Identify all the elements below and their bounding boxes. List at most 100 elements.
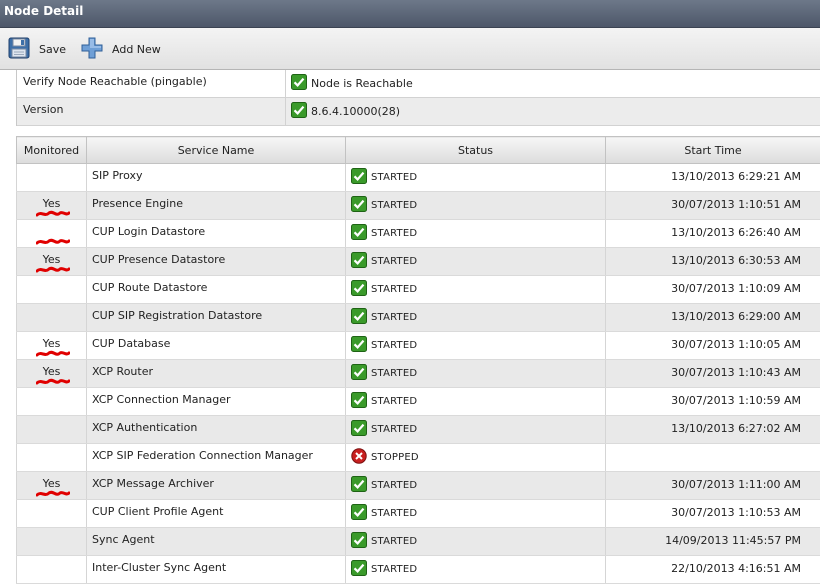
monitored-value xyxy=(17,416,86,421)
status-text: STARTED xyxy=(371,424,418,435)
save-label: Save xyxy=(39,42,67,56)
column-header-monitored[interactable]: Monitored xyxy=(16,136,87,164)
cell-status: STARTED xyxy=(345,387,606,416)
info-label: Verify Node Reachable (pingable) xyxy=(23,75,207,88)
add-new-button[interactable]: Add New xyxy=(81,37,161,61)
monitored-value xyxy=(17,556,86,561)
red-x-icon xyxy=(351,448,367,467)
cell-start-time: 30/07/2013 1:10:51 AM xyxy=(605,191,820,220)
table-row[interactable]: Yes XCP Router STARTED 30/07/2013 1:10:43 A… xyxy=(16,359,820,388)
table-row[interactable]: XCP Authentication STARTED 13/10/2013 6:27… xyxy=(16,415,820,444)
cell-status: STARTED xyxy=(345,415,606,444)
status-text: STARTED xyxy=(371,228,418,239)
cell-service-name: XCP Authentication xyxy=(86,415,346,444)
table-row[interactable]: CUP Login Datastore STARTED 13/10/2013 6:2… xyxy=(16,219,820,248)
plus-icon xyxy=(81,37,103,62)
cell-monitored xyxy=(16,415,87,444)
table-header-row: Monitored Service Name Status Start Time xyxy=(16,136,820,164)
cell-start-time: 13/10/2013 6:29:21 AM xyxy=(605,163,820,192)
cell-monitored xyxy=(16,387,87,416)
green-check-icon xyxy=(351,336,367,355)
cell-status: STARTED xyxy=(345,191,606,220)
cell-monitored xyxy=(16,499,87,528)
status-text: STARTED xyxy=(371,480,418,491)
cell-status: STARTED xyxy=(345,555,606,584)
status-text: STARTED xyxy=(371,340,418,351)
cell-service-name: CUP Presence Datastore xyxy=(86,247,346,276)
cell-service-name: XCP Router xyxy=(86,359,346,388)
table-row[interactable]: Sync Agent STARTED 14/09/2013 11:45:57 PM xyxy=(16,527,820,556)
table-row[interactable]: Yes CUP Database STARTED 30/07/2013 1:10:05… xyxy=(16,331,820,360)
column-header-start-time[interactable]: Start Time xyxy=(605,136,820,164)
table-row[interactable]: Yes XCP Message Archiver STARTED 30/07/2013… xyxy=(16,471,820,500)
monitored-value xyxy=(17,220,86,225)
cell-monitored: Yes xyxy=(16,247,87,276)
cell-monitored xyxy=(16,219,87,248)
green-check-icon xyxy=(351,532,367,551)
status-text: STARTED xyxy=(371,564,418,575)
cell-status: STARTED xyxy=(345,331,606,360)
cell-status: STARTED xyxy=(345,359,606,388)
table-row[interactable]: CUP SIP Registration Datastore STARTED 13/… xyxy=(16,303,820,332)
cell-start-time: 13/10/2013 6:29:00 AM xyxy=(605,303,820,332)
monitored-value xyxy=(17,276,86,281)
column-header-status[interactable]: Status xyxy=(345,136,606,164)
cell-status: STARTED xyxy=(345,275,606,304)
cell-service-name: SIP Proxy xyxy=(86,163,346,192)
table-row[interactable]: XCP SIP Federation Connection Manager STO… xyxy=(16,443,820,472)
table-row[interactable]: Inter-Cluster Sync Agent STARTED 22/10/201… xyxy=(16,555,820,584)
table-row[interactable]: XCP Connection Manager STARTED 30/07/2013 … xyxy=(16,387,820,416)
table-row[interactable]: Yes CUP Presence Datastore STARTED 13/10/20… xyxy=(16,247,820,276)
table-row[interactable]: SIP Proxy STARTED 13/10/2013 6:29:21 AM xyxy=(16,163,820,192)
info-label: Version xyxy=(23,103,64,116)
column-header-service-name[interactable]: Service Name xyxy=(86,136,346,164)
status-text: STARTED xyxy=(371,200,418,211)
cell-status: STARTED xyxy=(345,163,606,192)
table-row[interactable]: Yes Presence Engine STARTED 30/07/2013 1:10… xyxy=(16,191,820,220)
info-value: 8.6.4.10000(28) xyxy=(285,98,400,125)
green-check-icon xyxy=(351,560,367,579)
status-text: STARTED xyxy=(371,172,418,183)
status-text: STARTED xyxy=(371,536,418,547)
cell-start-time: 30/07/2013 1:10:59 AM xyxy=(605,387,820,416)
cell-service-name: Presence Engine xyxy=(86,191,346,220)
cell-service-name: XCP Message Archiver xyxy=(86,471,346,500)
cell-start-time: 13/10/2013 6:26:40 AM xyxy=(605,219,820,248)
cell-start-time: 30/07/2013 1:11:00 AM xyxy=(605,471,820,500)
window-title-bar: Node Detail xyxy=(0,0,820,28)
cell-status: STARTED xyxy=(345,303,606,332)
info-value-text: 8.6.4.10000(28) xyxy=(311,105,401,118)
floppy-disk-icon xyxy=(8,37,30,62)
green-check-icon xyxy=(351,308,367,327)
table-row[interactable]: CUP Client Profile Agent STARTED 30/07/201… xyxy=(16,499,820,528)
green-check-icon xyxy=(351,504,367,523)
cell-service-name: CUP Route Datastore xyxy=(86,275,346,304)
green-check-icon xyxy=(351,168,367,187)
green-check-icon xyxy=(351,476,367,495)
cell-start-time xyxy=(605,443,820,472)
table-row[interactable]: CUP Route Datastore STARTED 30/07/2013 1:1… xyxy=(16,275,820,304)
add-new-label: Add New xyxy=(112,42,161,56)
services-table: Monitored Service Name Status Start Time… xyxy=(16,136,820,584)
cell-monitored xyxy=(16,555,87,584)
monitored-value xyxy=(17,444,86,449)
cell-status: STARTED xyxy=(345,219,606,248)
green-check-icon xyxy=(351,280,367,299)
window-title: Node Detail xyxy=(4,4,84,18)
cell-monitored: Yes xyxy=(16,331,87,360)
green-check-icon xyxy=(351,364,367,383)
cell-start-time: 30/07/2013 1:10:09 AM xyxy=(605,275,820,304)
monitored-value xyxy=(17,500,86,505)
monitored-value xyxy=(17,528,86,533)
info-value-text: Node is Reachable xyxy=(311,77,413,90)
green-check-icon xyxy=(351,224,367,243)
cell-start-time: 13/10/2013 6:30:53 AM xyxy=(605,247,820,276)
green-check-icon xyxy=(351,252,367,271)
status-text: STARTED xyxy=(371,368,418,379)
monitored-value xyxy=(17,388,86,393)
cell-status: STARTED xyxy=(345,499,606,528)
save-button[interactable]: Save xyxy=(8,37,66,61)
cell-monitored xyxy=(16,163,87,192)
cell-start-time: 13/10/2013 6:27:02 AM xyxy=(605,415,820,444)
cell-start-time: 22/10/2013 4:16:51 AM xyxy=(605,555,820,584)
